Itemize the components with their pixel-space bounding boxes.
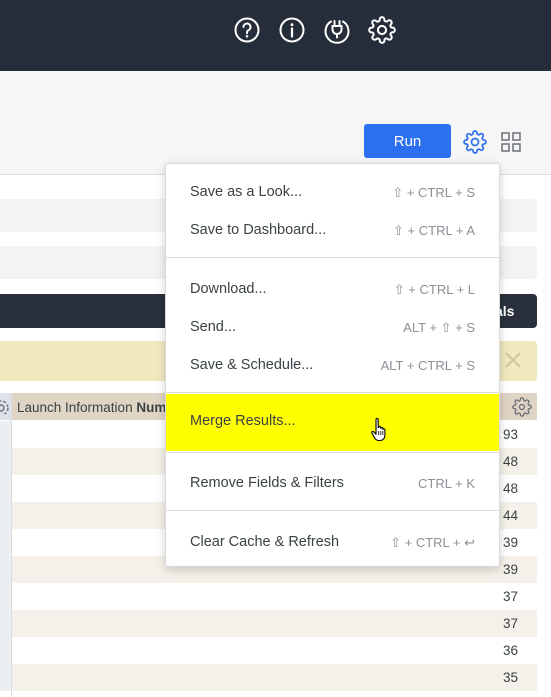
menu-item-save-as-look[interactable]: Save as a Look... ⇧ + CTRL + S	[166, 173, 499, 211]
menu-item-send[interactable]: Send... ALT + ⇧ + S	[166, 308, 499, 346]
help-icon[interactable]	[233, 16, 261, 44]
menu-item-save-to-dashboard[interactable]: Save to Dashboard... ⇧ + CTRL + A	[166, 211, 499, 249]
menu-item-label: Download...	[190, 281, 267, 297]
plug-icon[interactable]	[323, 16, 351, 44]
table-cell: 48	[502, 454, 518, 469]
table-cell: 48	[502, 481, 518, 496]
explore-header	[0, 71, 551, 175]
info-icon[interactable]	[278, 16, 306, 44]
table-row: 36	[0, 637, 537, 664]
table-cell: 37	[502, 589, 518, 604]
menu-item-shortcut: ALT + CTRL + S	[380, 358, 475, 373]
menu-item-label: Clear Cache & Refresh	[190, 534, 340, 550]
menu-item-shortcut: ⇧ + CTRL + A	[393, 223, 475, 238]
menu-item-label: Save as a Look...	[190, 184, 303, 200]
menu-item-shortcut: ⇧ + CTRL + L	[393, 282, 475, 297]
menu-item-shortcut: ⇧ + CTRL + S	[392, 185, 475, 200]
menu-item-download[interactable]: Download... ⇧ + CTRL + L	[166, 270, 499, 308]
menu-item-remove-fields-filters[interactable]: Remove Fields & Filters CTRL + K	[166, 464, 499, 502]
menu-item-shortcut: ⇧ + CTRL + ↩	[390, 535, 475, 550]
grid-icon[interactable]	[500, 131, 522, 153]
menu-item-label: Save & Schedule...	[190, 357, 314, 373]
gear-icon[interactable]	[463, 130, 487, 154]
table-cell: 44	[502, 508, 518, 523]
table-cell: 93	[502, 427, 518, 442]
close-icon[interactable]	[502, 349, 524, 371]
explore-actions-menu: Save as a Look... ⇧ + CTRL + S Save to D…	[165, 163, 500, 567]
column-gear-icon[interactable]	[512, 397, 532, 417]
menu-item-clear-cache-refresh[interactable]: Clear Cache & Refresh ⇧ + CTRL + ↩	[166, 523, 499, 561]
menu-item-save-and-schedule[interactable]: Save & Schedule... ALT + CTRL + S	[166, 346, 499, 384]
hand-cursor-icon	[370, 417, 390, 443]
menu-divider	[166, 392, 499, 393]
menu-item-shortcut: ALT + ⇧ + S	[403, 320, 475, 335]
table-cell: 39	[502, 535, 518, 550]
menu-item-shortcut: CTRL + K	[418, 476, 475, 491]
table-cell: 36	[502, 643, 518, 658]
menu-item-merge-results[interactable]: Merge Results...	[166, 394, 499, 451]
column-gear-icon[interactable]	[0, 398, 10, 414]
menu-divider	[166, 452, 499, 453]
settings-gear-icon[interactable]	[368, 16, 396, 44]
table-cell: 35	[502, 670, 518, 685]
menu-item-label: Save to Dashboard...	[190, 222, 327, 238]
table-row: 37	[0, 583, 537, 610]
run-button[interactable]: Run	[364, 124, 451, 158]
table-cell: 39	[502, 562, 518, 577]
column-header-label: Launch Information Num	[17, 400, 167, 415]
menu-item-label: Merge Results...	[190, 413, 296, 429]
menu-item-label: Remove Fields & Filters	[190, 475, 344, 491]
table-cell: 37	[502, 616, 518, 631]
menu-divider	[166, 257, 499, 258]
top-navigation-bar	[0, 0, 551, 71]
menu-divider	[166, 510, 499, 511]
table-divider	[11, 393, 12, 697]
menu-item-label: Send...	[190, 319, 236, 335]
table-row: 35	[0, 664, 537, 691]
table-row: 37	[0, 610, 537, 637]
